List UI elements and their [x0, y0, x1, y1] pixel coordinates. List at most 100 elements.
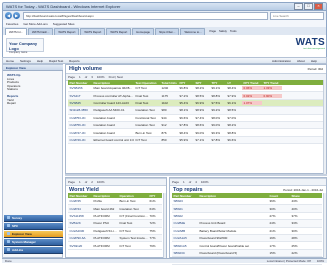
column-header[interactable]: Test Operation: [134, 81, 160, 85]
column-header[interactable]: FPY: [178, 81, 194, 85]
sidebar-button-survey[interactable]: Survey: [4, 215, 63, 222]
tree-item[interactable]: Stations: [7, 88, 62, 92]
minimize-button[interactable]: –: [294, 3, 303, 10]
sidebar-button-system-manager[interactable]: System Manager: [4, 239, 63, 246]
table-row[interactable]: SVS9120 PLATFORM ICT Test 79%: [68, 242, 162, 250]
column-header[interactable]: Share: [290, 194, 318, 198]
table-cell: 98.2%: [227, 123, 237, 128]
tools-menu[interactable]: Tools: [230, 29, 237, 33]
favorites-link[interactable]: Favorites: [6, 22, 18, 26]
table-row[interactable]: CU2A8B Battery Board/Solar Module 21% 30%: [172, 228, 322, 235]
back-button[interactable]: ◀: [5, 12, 12, 19]
menu-help[interactable]: Help: [37, 59, 43, 63]
column-header[interactable]: Description: [198, 194, 268, 198]
table-cell: SVS41T: [69, 93, 81, 98]
table-body: SVSB156 Main board Aquarius 462/800-C2 ICT…: [68, 85, 323, 145]
browser-tab[interactable]: Homepage: [132, 27, 154, 35]
table-row[interactable]: CU2P47-3C Insulation board Burn-in Test 876…: [68, 129, 323, 137]
browser-tab[interactable]: WATS Report: [80, 27, 106, 35]
menu-administration[interactable]: Administration: [272, 59, 291, 63]
page-number-input[interactable]: 1: [183, 180, 185, 184]
page-number-input[interactable]: 1: [79, 180, 81, 184]
table-cell: Insulation board: [93, 115, 115, 120]
column-header[interactable]: Count: [268, 194, 290, 198]
panel-splitter[interactable]: [65, 174, 327, 176]
table-row[interactable]: SBS03C Powerboard (Powerboard 5) 15% 22%: [172, 249, 322, 258]
browser-tab[interactable]: WATS Report: [106, 27, 132, 35]
table-row[interactable]: SVS11358 PLATFORM ICT (Final Function Test…: [68, 213, 162, 221]
table-row[interactable]: CU2P90-6A PLATFORM System Test Insulation …: [68, 234, 162, 243]
column-header[interactable]: Part Number: [68, 81, 92, 85]
browser-tab[interactable]: WATS Report: [54, 27, 80, 35]
table-cell: 912: [161, 123, 167, 128]
forward-button[interactable]: ▶: [13, 12, 20, 19]
column-header[interactable]: Total Units: [160, 81, 178, 85]
menu-home[interactable]: Home: [6, 59, 14, 63]
menu-reports[interactable]: Reports: [69, 59, 80, 63]
column-header[interactable]: SPY: [194, 81, 210, 85]
table-row[interactable]: CU2B4E Process Unit Board 24% 33%: [172, 220, 322, 228]
safety-menu[interactable]: Safety: [219, 29, 227, 33]
search-input[interactable]: Live Search: [270, 11, 324, 20]
zoom-select[interactable]: 100%: [97, 75, 105, 79]
maximize-button[interactable]: □: [304, 3, 313, 10]
menu-rapid-test[interactable]: Rapid Test: [49, 59, 63, 63]
sidebar-button-explorer-view[interactable]: Explorer View: [4, 231, 63, 238]
table-cell: Insulation Test: [119, 206, 139, 211]
column-header[interactable]: Description: [92, 194, 118, 198]
zoom-level[interactable]: 100%: [317, 259, 324, 263]
table-row[interactable]: CU2P45 Profile Burn-in Test 61%: [68, 198, 162, 206]
column-header[interactable]: Operation: [118, 194, 148, 198]
column-header[interactable]: TPY: [210, 81, 226, 85]
sidebar-button-spc[interactable]: SPC: [4, 223, 63, 230]
url-input[interactable]: http://dashboard.wats.local/Pages/Dashbo…: [23, 11, 268, 20]
column-header[interactable]: FPY: [148, 194, 158, 198]
menu-settings[interactable]: Settings: [20, 59, 31, 63]
worst-yield-table: Part Number Description Operation FPY CU2P45…: [68, 193, 162, 250]
table-cell: 99.0%: [195, 130, 205, 135]
column-header[interactable]: FPY Trend: [242, 81, 262, 85]
menu-help-right[interactable]: Help: [311, 59, 317, 63]
close-button[interactable]: ×: [314, 3, 323, 10]
vertical-scrollbar[interactable]: [323, 80, 326, 174]
table-row[interactable]: CU2P49-3C Ethernet board control unit 3.0…: [68, 136, 323, 145]
vertical-scrollbar[interactable]: [163, 193, 166, 258]
browser-tab[interactable]: WATS for...: [5, 27, 27, 35]
zoom-select[interactable]: 100%: [201, 180, 209, 184]
table-row[interactable]: SBS03 36% 43%: [172, 198, 322, 206]
page-number-input[interactable]: 1: [79, 75, 81, 79]
find-next-link[interactable]: Find | Next: [109, 75, 123, 79]
table-row[interactable]: SBS01A5 Control board/Power board/Cable s…: [172, 242, 322, 250]
table-row[interactable]: SN1128-3850 Pedigasoft AA 5400-C1 Insulati…: [68, 107, 323, 115]
column-header[interactable]: Part Number: [68, 194, 92, 198]
table-row[interactable]: CU2P53-3C Insulation board Functional Test…: [68, 115, 323, 122]
page-menu[interactable]: Page: [209, 29, 216, 33]
table-row[interactable]: SVSB156 Main board Aquarius 462/800-C2 ICT…: [68, 85, 323, 93]
column-header[interactable]: Description: [92, 81, 134, 85]
column-header[interactable]: TPY Trend: [262, 81, 282, 85]
browser-tab[interactable]: https://clien...: [154, 27, 180, 35]
column-header[interactable]: LY: [226, 81, 242, 85]
menu-about[interactable]: About: [297, 59, 305, 63]
browser-tab[interactable]: WATS Dash...: [28, 27, 54, 35]
tree-reports: Reports Yield Repair: [7, 94, 62, 106]
tree-item[interactable]: Repair: [7, 102, 62, 106]
vertical-scrollbar[interactable]: [323, 193, 326, 258]
table-row[interactable]: SBS02 27% 37%: [172, 213, 322, 221]
suggested-sites-link[interactable]: Suggested Sites: [53, 22, 75, 26]
sidebar-button-add-ins[interactable]: Add-ins: [4, 247, 63, 254]
table-row[interactable]: SVB12K Power PSU Final Test 72%: [68, 220, 162, 228]
zoom-select[interactable]: 100%: [97, 180, 105, 184]
table-row[interactable]: SBS01 30% 40%: [172, 205, 322, 213]
table-cell: 97.5%: [211, 100, 221, 105]
table-row[interactable]: SVSB45 Controller board 123-AL03 Final Tes…: [68, 99, 323, 108]
table-row[interactable]: CU2P44 Main board 462 Insulation Test 64%: [68, 205, 162, 213]
table-row[interactable]: CU2A1A5 Powerboard 962/000 19% 28%: [172, 234, 322, 243]
table-row[interactable]: CU2A2030 Pedigasoft 54-ta C1 ICT Test 75%: [68, 228, 162, 235]
addons-link[interactable]: Get More Add-ons: [23, 22, 47, 26]
table-row[interactable]: SVS41T Process controller AT-Alpha 1.2 Fin…: [68, 92, 323, 100]
table-row[interactable]: CU2P56-3C Insulation board Insulation Test…: [68, 121, 323, 130]
browser-tab[interactable]: Welcome to...: [180, 27, 206, 35]
table-cell: CU2P49-3C: [69, 137, 86, 142]
column-header[interactable]: Part Number: [172, 194, 198, 198]
